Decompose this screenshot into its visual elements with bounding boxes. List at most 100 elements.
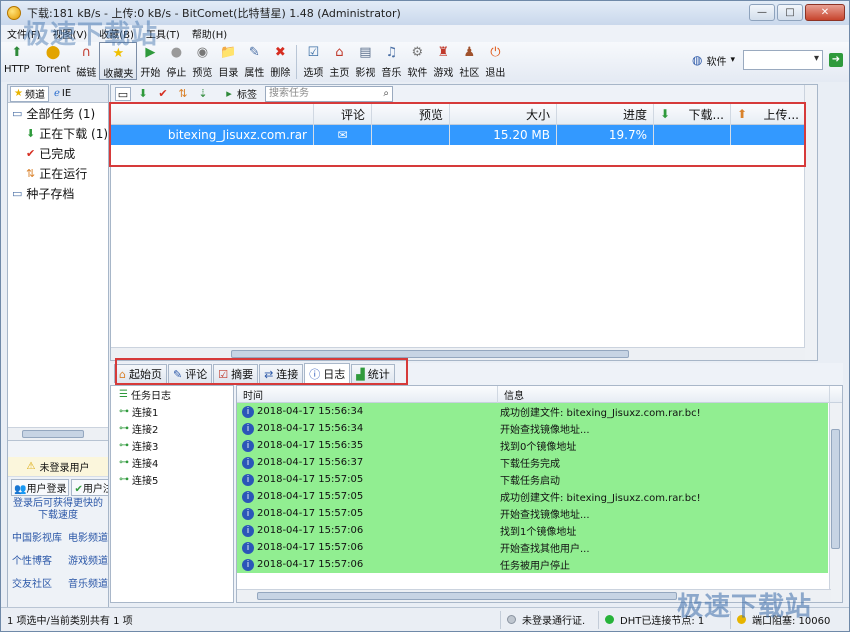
maximize-button[interactable]: □	[777, 4, 803, 21]
log-row[interactable]: i 2018-04-17 15:57:05 成功创建文件: bitexing_Jis…	[237, 488, 828, 505]
tree-item-connection-4[interactable]: ⊶ 连接4	[111, 454, 233, 471]
community-icon: ♟	[463, 45, 476, 60]
log-row[interactable]: i 2018-04-17 15:56:37 下载任务完成	[237, 454, 828, 471]
log-message: 下载任务完成	[500, 459, 560, 470]
tree-item-connection-5[interactable]: ⊶ 连接5	[111, 471, 233, 488]
left-sidebar: ★ 频道 ℯ IE ▭ 全部任务 (1) ⬇ 正在下载 (1) ✔ 已完成 ⇅ 正在运行 ▭…	[7, 84, 109, 609]
log-time: 2018-04-17 15:56:37	[257, 457, 364, 468]
link-movie-library[interactable]: 中国影视库	[8, 529, 68, 544]
watermark-bottom: 极速下载站	[677, 592, 813, 622]
log-row[interactable]: i 2018-04-17 15:57:06 开始查找其他用户...	[237, 539, 828, 556]
status-login[interactable]: 未登录通行证.	[501, 610, 599, 629]
login-notice: ⚠ 未登录用户	[8, 457, 108, 477]
log-time: 2018-04-17 15:57:05	[257, 508, 364, 519]
log-row[interactable]: i 2018-04-17 15:57:05 开始查找镜像地址...	[237, 505, 828, 522]
tree-item-completed[interactable]: ✔ 已完成	[8, 143, 108, 163]
close-button[interactable]: ✕	[805, 4, 845, 21]
login-panel: ⚠未登录用户 👥用户登录 ✔用户注册 登录后可获得更快的下载速度 中国影视库电影…	[8, 457, 108, 609]
toolbar-stop-button[interactable]: ● 停止	[163, 42, 189, 80]
toolbar-game-button[interactable]: ♜ 游戏	[430, 42, 456, 80]
software-dropdown[interactable]: 软件	[706, 53, 726, 68]
sort-icon[interactable]: ⇣	[195, 87, 211, 101]
log-time: 2018-04-17 15:57:05	[257, 491, 364, 502]
delete-icon: ✖	[274, 45, 286, 60]
tree-item-task-log[interactable]: ☰ 任务日志	[111, 386, 233, 403]
preview-icon: ◉	[196, 45, 209, 60]
tag-button[interactable]: 标签	[237, 86, 257, 101]
connection-tree: ☰ 任务日志 ⊶ 连接1 ⊶ 连接2 ⊶ 连接3 ⊶ 连接4 ⊶ 连接5	[110, 385, 234, 603]
log-message: 找到0个镜像地址	[500, 442, 577, 453]
users-icon: 👥	[14, 484, 27, 495]
log-row[interactable]: i 2018-04-17 15:56:34 成功创建文件: bitexing_Jis…	[237, 403, 828, 420]
link-movie-channel[interactable]: 电影频道	[68, 529, 108, 544]
check-circle-icon: ✔	[74, 484, 83, 495]
tab-ie[interactable]: ℯ IE	[51, 86, 74, 102]
toolbar-delete-button[interactable]: ✖ 删除	[267, 42, 293, 80]
task-subtoolbar: ▭ ⬇ ✔ ⇅ ⇣ ▸ 标签 搜索任务 ⌕	[111, 85, 817, 103]
search-icon: ⌕	[383, 87, 389, 99]
watermark-top: 极速下载站	[23, 20, 159, 50]
tree-item-downloading[interactable]: ⬇ 正在下载 (1)	[8, 123, 108, 143]
network-icon: ⊶	[119, 457, 129, 468]
tree-item-seed-archive[interactable]: ▭ 种子存档	[8, 183, 108, 203]
warning-icon: ⚠	[26, 461, 36, 472]
log-message: 任务被用户停止	[500, 561, 570, 572]
category-tree: ▭ 全部任务 (1) ⬇ 正在下载 (1) ✔ 已完成 ⇅ 正在运行 ▭ 种子存档	[8, 103, 108, 441]
tree-item-connection-2[interactable]: ⊶ 连接2	[111, 420, 233, 437]
toolbar-software-button[interactable]: ⚙ 软件	[404, 42, 430, 80]
log-row[interactable]: i 2018-04-17 15:57:06 任务被用户停止	[237, 556, 828, 573]
tree-item-connection-3[interactable]: ⊶ 连接3	[111, 437, 233, 454]
folder-icon: 📁	[220, 45, 237, 60]
window-controls: — □ ✕	[747, 4, 845, 21]
link-music-channel[interactable]: 音乐频道	[68, 575, 108, 590]
toolbar-film-button[interactable]: ▤ 影视	[352, 42, 378, 80]
login-tip[interactable]: 登录后可获得更快的下载速度	[8, 496, 108, 522]
log-vscroll[interactable]	[829, 403, 842, 602]
download-filter-icon[interactable]: ⬇	[135, 87, 151, 101]
toolbar-music-button[interactable]: ♫ 音乐	[378, 42, 404, 80]
search-combo[interactable]	[743, 50, 823, 70]
log-row[interactable]: i 2018-04-17 15:57:06 找到1个镜像地址	[237, 522, 828, 539]
tree-item-running[interactable]: ⇅ 正在运行	[8, 163, 108, 183]
toolbar-home-button[interactable]: ⌂ 主页	[326, 42, 352, 80]
log-message: 找到1个镜像地址	[500, 527, 577, 538]
minimize-button[interactable]: —	[749, 4, 775, 21]
chevron-down-icon: ▾	[730, 55, 735, 65]
toolbar-exit-button[interactable]: ⏻ 退出	[482, 42, 508, 80]
toolbar-community-button[interactable]: ♟ 社区	[456, 42, 482, 80]
link-blog[interactable]: 个性博客	[8, 552, 68, 567]
tree-scrollbar[interactable]	[8, 427, 108, 440]
log-time: 2018-04-17 15:57:06	[257, 542, 364, 553]
user-register-button[interactable]: ✔用户注册	[71, 479, 108, 496]
tab-channel[interactable]: ★ 频道	[10, 85, 49, 102]
completed-filter-icon[interactable]: ✔	[155, 87, 171, 101]
link-community[interactable]: 交友社区	[8, 575, 68, 590]
tree-item-connection-1[interactable]: ⊶ 连接1	[111, 403, 233, 420]
log-row[interactable]: i 2018-04-17 15:56:34 开始查找镜像地址...	[237, 420, 828, 437]
select-all-icon[interactable]: ▭	[115, 86, 131, 101]
all-tasks-icon: ▭	[12, 106, 23, 120]
log-col-message[interactable]: 信息	[498, 386, 830, 403]
download-arrow-icon: ⬇	[26, 126, 36, 140]
link-game-channel[interactable]: 游戏频道	[68, 552, 108, 567]
log-row[interactable]: i 2018-04-17 15:57:05 下载任务启动	[237, 471, 828, 488]
updown-filter-icon[interactable]: ⇅	[175, 87, 191, 101]
task-search-input[interactable]: 搜索任务 ⌕	[265, 85, 393, 102]
log-row[interactable]: i 2018-04-17 15:56:35 找到0个镜像地址	[237, 437, 828, 454]
toolbar-separator	[296, 45, 298, 79]
log-message: 开始查找其他用户...	[500, 544, 590, 555]
toolbar-right: ◍ 软件 ▾ ➜	[692, 50, 843, 70]
toolbar-properties-button[interactable]: ✎ 属性	[241, 42, 267, 80]
go-button[interactable]: ➜	[829, 53, 843, 67]
tree-item-all-tasks[interactable]: ▭ 全部任务 (1)	[8, 103, 108, 123]
toolbar-preview-button[interactable]: ◉ 预览	[189, 42, 215, 80]
menu-help[interactable]: 帮助(H)	[186, 26, 233, 41]
log-col-time[interactable]: 时间	[237, 386, 498, 403]
user-login-button[interactable]: 👥用户登录	[11, 479, 70, 496]
info-icon: i	[242, 422, 254, 435]
toolbar-options-button[interactable]: ☑ 选项	[300, 42, 326, 80]
highlight-box-tasks	[109, 102, 806, 167]
log-time: 2018-04-17 15:57:05	[257, 474, 364, 485]
toolbar-folder-button[interactable]: 📁 目录	[215, 42, 241, 80]
check-icon: ✔	[26, 146, 36, 160]
